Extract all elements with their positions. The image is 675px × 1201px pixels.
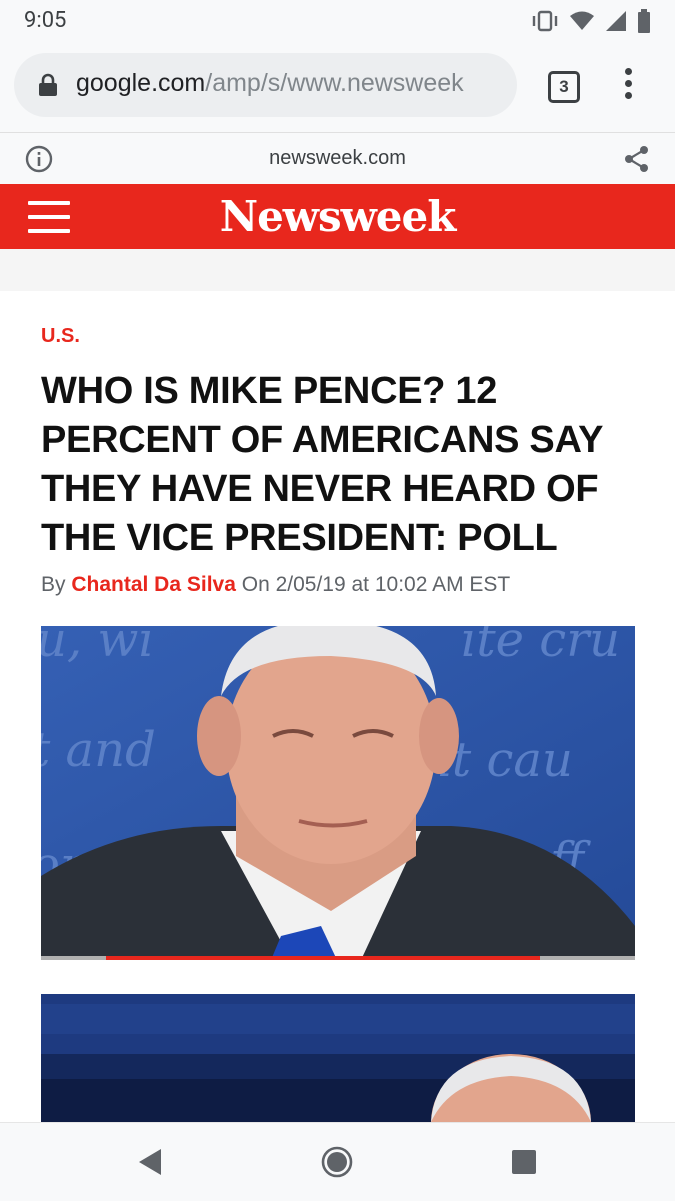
address-bar[interactable]: google.com/amp/s/www.newsweek [14,53,517,117]
svg-text:ite cru: ite cru [461,626,620,668]
article-category[interactable]: U.S. [41,325,80,348]
amp-header: newsweek.com [0,132,675,185]
signal-icon [606,11,626,31]
svg-text:u, wi: u, wi [41,626,154,668]
url-path: /amp/s/www.newsweek [205,69,464,97]
tab-switcher-icon[interactable]: 3 [548,71,580,103]
author-link[interactable]: Chantal Da Silva [71,573,236,596]
share-icon[interactable] [624,145,650,173]
wifi-icon [570,11,594,30]
recents-icon[interactable] [511,1149,537,1175]
article-image-2[interactable] [41,994,635,1122]
home-icon[interactable] [321,1146,353,1178]
status-bar: 9:05 [0,0,675,42]
second-image-illustration [41,994,635,1122]
browser-toolbar: google.com/amp/s/www.newsweek 3 [0,42,675,132]
ad-placeholder [0,249,675,291]
video-progress-fill [106,956,540,960]
byline-prefix: By [41,573,72,596]
newsweek-logo[interactable]: Newsweek [0,192,675,241]
lock-icon [39,73,57,96]
status-time: 9:05 [24,8,67,33]
vibrate-icon [532,10,558,32]
amp-domain: newsweek.com [269,147,406,169]
site-header: Newsweek [0,184,675,249]
article-date: On 2/05/19 at 10:02 AM EST [235,573,511,596]
url-text[interactable]: google.com/amp/s/www.newsweek [76,69,506,98]
battery-icon [638,9,650,33]
article-headline: WHO IS MIKE PENCE? 12 PERCENT OF AMERICA… [41,370,603,559]
svg-text:t and: t and [41,722,156,778]
article-video[interactable]: u, wi ite cru t and nt cau or to suff [41,626,635,960]
url-host: google.com [76,69,206,97]
back-icon[interactable] [137,1147,163,1177]
article-byline: By Chantal Da Silva On 2/05/19 at 10:02 … [41,573,510,597]
more-menu-icon[interactable] [618,68,638,104]
video-frame-illustration: u, wi ite cru t and nt cau or to suff [41,626,635,960]
status-icons [531,9,651,33]
system-nav-bar [0,1122,675,1201]
